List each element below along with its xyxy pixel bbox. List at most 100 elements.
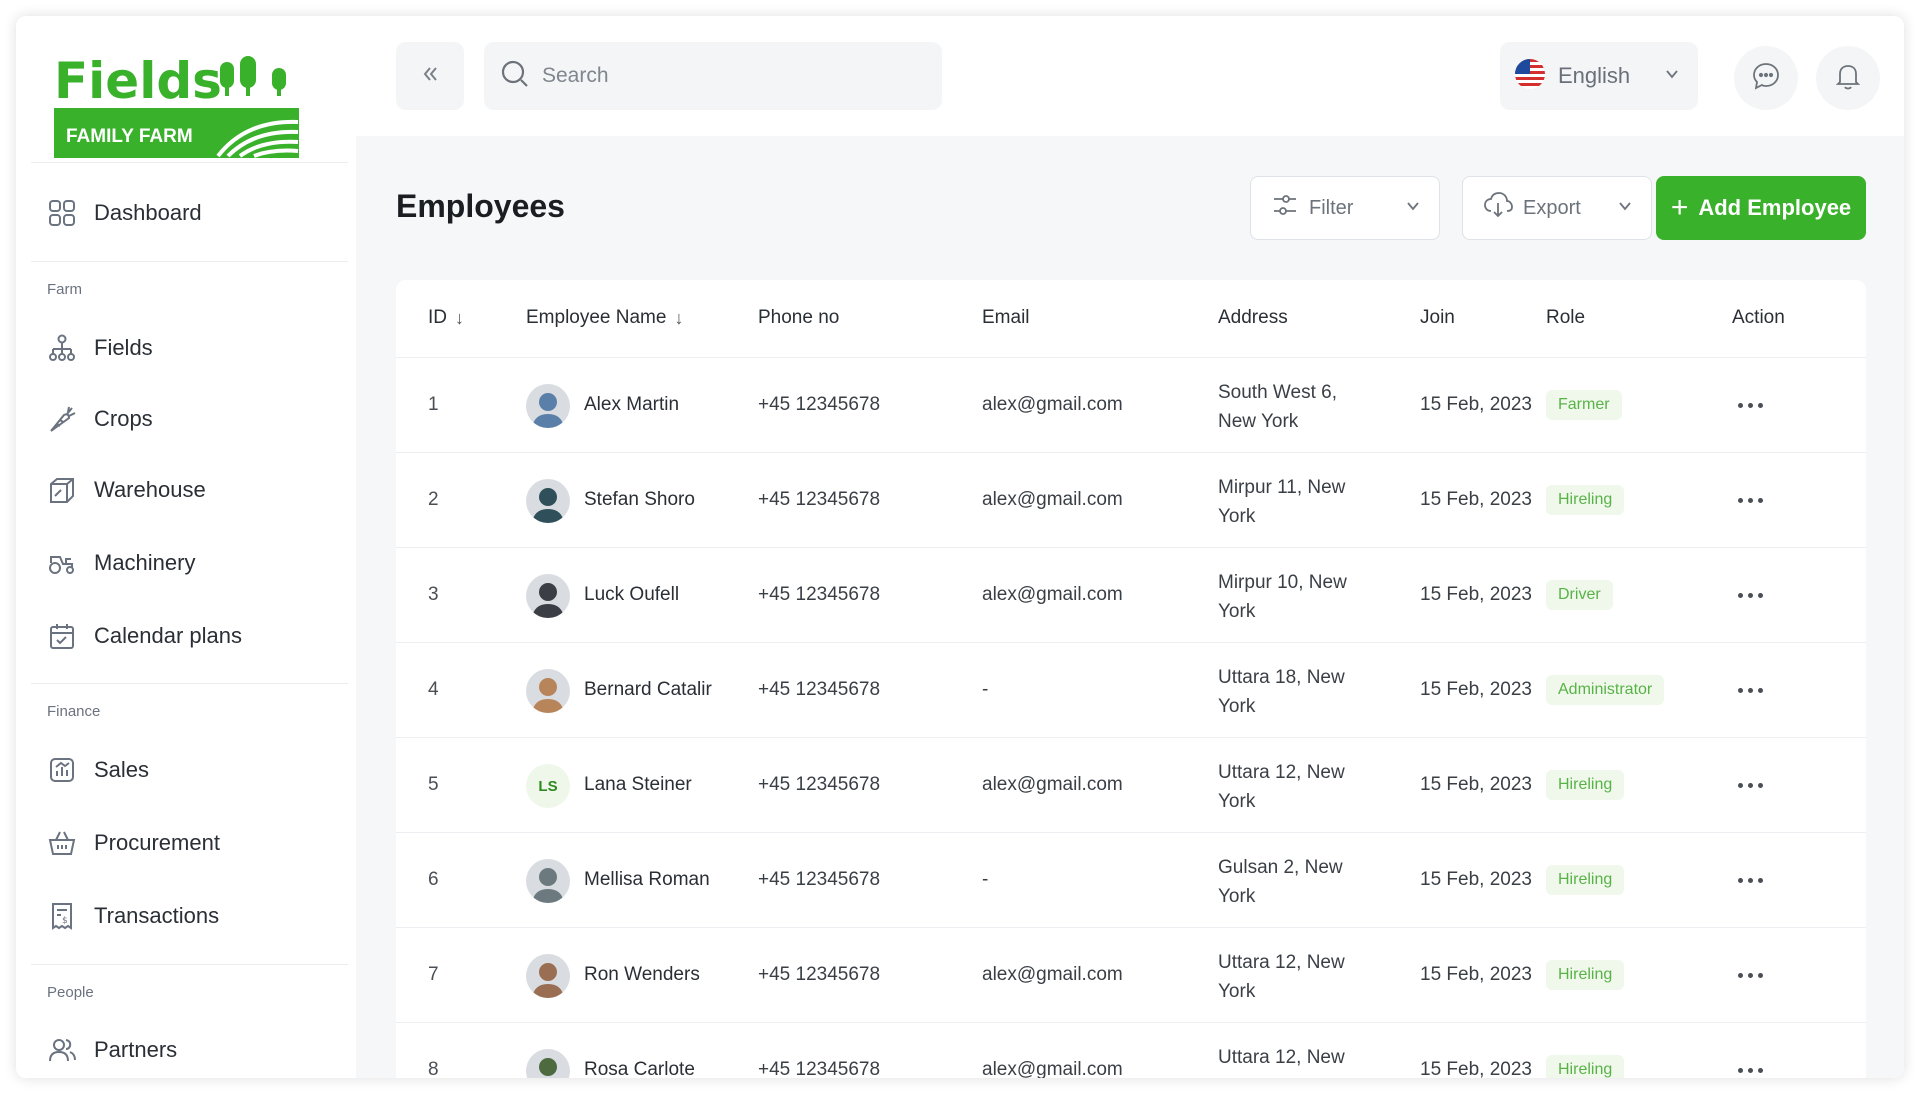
column-header-id[interactable]: ID ↓ bbox=[428, 307, 464, 329]
carrot-icon bbox=[46, 403, 78, 435]
cell-email: - bbox=[982, 869, 989, 890]
cell-id: 8 bbox=[428, 1059, 439, 1078]
cell-employee-name[interactable]: Rosa Carlote bbox=[584, 1059, 695, 1078]
add-employee-button[interactable]: + Add Employee bbox=[1656, 176, 1866, 240]
table-row[interactable]: 5 LS Lana Steiner +45 12345678 alex@gmail.co… bbox=[396, 738, 1866, 833]
column-header-action: Action bbox=[1732, 307, 1785, 329]
section-label-finance: Finance bbox=[47, 703, 101, 720]
nav-crops[interactable]: Crops bbox=[46, 397, 336, 441]
divider bbox=[31, 964, 348, 965]
cell-email: alex@gmail.com bbox=[982, 774, 1123, 795]
avatar bbox=[526, 479, 570, 523]
cell-employee-name[interactable]: Mellisa Roman bbox=[584, 869, 710, 891]
fields-family-farm-logo[interactable]: Fields FAMILY FARM bbox=[46, 50, 306, 165]
double-chevron-left-icon bbox=[420, 64, 440, 89]
row-actions-button[interactable] bbox=[1730, 863, 1770, 897]
avatar-photo-icon bbox=[526, 384, 570, 428]
app-window: Fields FAMILY FARM Dashboard Farm Fields… bbox=[16, 16, 1904, 1078]
grid-icon bbox=[46, 197, 78, 229]
users-icon bbox=[46, 1034, 78, 1066]
avatar-photo-icon bbox=[526, 859, 570, 903]
nav-dashboard[interactable]: Dashboard bbox=[46, 191, 336, 235]
row-actions-button[interactable] bbox=[1730, 673, 1770, 707]
header-label: Action bbox=[1732, 307, 1785, 328]
cell-id: 1 bbox=[428, 394, 439, 415]
cell-address: Gulsan 2, New York bbox=[1218, 857, 1343, 907]
cell-employee-name[interactable]: Stefan Shoro bbox=[584, 489, 695, 511]
table-row[interactable]: 1 Alex Martin +45 12345678 alex@gmail.com So… bbox=[396, 358, 1866, 453]
nav-label: Transactions bbox=[94, 903, 220, 928]
table-row[interactable]: 3 Luck Oufell +45 12345678 alex@gmail.com Mi… bbox=[396, 548, 1866, 643]
avatar bbox=[526, 669, 570, 713]
cell-employee-name[interactable]: Bernard Catalir bbox=[584, 679, 712, 701]
row-actions-button[interactable] bbox=[1730, 388, 1770, 422]
nav-label: Machinery bbox=[94, 550, 196, 575]
nav-label: Partners bbox=[94, 1037, 178, 1062]
receipt-icon: $ bbox=[46, 900, 78, 932]
nav-transactions[interactable]: $ Transactions bbox=[46, 894, 336, 938]
table-row[interactable]: 2 Stefan Shoro +45 12345678 alex@gmail.com M… bbox=[396, 453, 1866, 548]
export-button[interactable]: Export bbox=[1462, 176, 1652, 240]
cell-join-date: 15 Feb, 2023 bbox=[1420, 869, 1532, 890]
cell-email: alex@gmail.com bbox=[982, 489, 1123, 510]
row-actions-button[interactable] bbox=[1730, 578, 1770, 612]
chevron-down-icon bbox=[1617, 197, 1633, 220]
more-dots-icon bbox=[1737, 592, 1743, 598]
table-row[interactable]: 8 Rosa Carlote +45 12345678 alex@gmail.com U… bbox=[396, 1023, 1866, 1078]
cloud-download-icon bbox=[1483, 191, 1513, 225]
cell-phone: +45 12345678 bbox=[758, 489, 881, 510]
search-bar[interactable] bbox=[484, 42, 942, 110]
filter-button[interactable]: Filter bbox=[1250, 176, 1440, 240]
cell-address: Uttara 12, New York bbox=[1218, 952, 1345, 1002]
nav-fields[interactable]: Fields bbox=[46, 326, 336, 370]
basket-icon bbox=[46, 827, 78, 859]
cell-employee-name[interactable]: Alex Martin bbox=[584, 394, 679, 416]
cell-phone: +45 12345678 bbox=[758, 774, 881, 795]
cell-join-date: 15 Feb, 2023 bbox=[1420, 1059, 1532, 1078]
language-selector[interactable]: English bbox=[1500, 42, 1698, 110]
cell-address: Uttara 12, New York bbox=[1218, 762, 1345, 812]
cell-email: - bbox=[982, 679, 989, 700]
cell-id: 7 bbox=[428, 964, 439, 985]
messages-button[interactable] bbox=[1734, 46, 1798, 110]
avatar bbox=[526, 954, 570, 998]
table-row[interactable]: 7 Ron Wenders +45 12345678 alex@gmail.com Ut… bbox=[396, 928, 1866, 1023]
avatar bbox=[526, 384, 570, 428]
nav-label: Fields bbox=[94, 335, 153, 360]
row-actions-button[interactable] bbox=[1730, 1053, 1770, 1078]
nav-warehouse[interactable]: Warehouse bbox=[46, 468, 336, 512]
nav-machinery[interactable]: Machinery bbox=[46, 541, 336, 585]
sort-arrow-down-icon: ↓ bbox=[455, 307, 464, 328]
column-header-name[interactable]: Employee Name ↓ bbox=[526, 307, 683, 329]
nav-partners[interactable]: Partners bbox=[46, 1028, 336, 1072]
cell-email: alex@gmail.com bbox=[982, 1059, 1123, 1078]
nav-sales[interactable]: Sales bbox=[46, 748, 336, 792]
page-title: Employees bbox=[396, 188, 565, 224]
cell-employee-name[interactable]: Luck Oufell bbox=[584, 584, 679, 606]
us-flag-icon bbox=[1514, 58, 1546, 95]
divider bbox=[31, 261, 348, 262]
svg-text:$: $ bbox=[62, 916, 68, 926]
table-row[interactable]: 6 Mellisa Roman +45 12345678 - Gulsan 2, New… bbox=[396, 833, 1866, 928]
search-input[interactable] bbox=[542, 64, 902, 88]
nav-label: Procurement bbox=[94, 830, 220, 855]
nav-calendar-plans[interactable]: Calendar plans bbox=[46, 614, 336, 658]
tractor-icon bbox=[46, 547, 78, 579]
more-dots-icon bbox=[1737, 1067, 1743, 1073]
table-row[interactable]: 4 Bernard Catalir +45 12345678 - Uttara 18, … bbox=[396, 643, 1866, 738]
chevron-down-icon bbox=[1664, 66, 1680, 87]
row-actions-button[interactable] bbox=[1730, 958, 1770, 992]
nav-label: Calendar plans bbox=[94, 623, 242, 648]
header-label: ID bbox=[428, 307, 447, 328]
row-actions-button[interactable] bbox=[1730, 483, 1770, 517]
row-actions-button[interactable] bbox=[1730, 768, 1770, 802]
plus-icon: + bbox=[1670, 191, 1689, 224]
header-label: Phone no bbox=[758, 307, 840, 328]
notifications-button[interactable] bbox=[1816, 46, 1880, 110]
cell-employee-name[interactable]: Lana Steiner bbox=[584, 774, 692, 796]
cell-employee-name[interactable]: Ron Wenders bbox=[584, 964, 700, 986]
avatar-photo-icon bbox=[526, 1049, 570, 1078]
nav-procurement[interactable]: Procurement bbox=[46, 821, 336, 865]
collapse-sidebar-button[interactable] bbox=[396, 42, 464, 110]
chart-box-icon bbox=[46, 754, 78, 786]
